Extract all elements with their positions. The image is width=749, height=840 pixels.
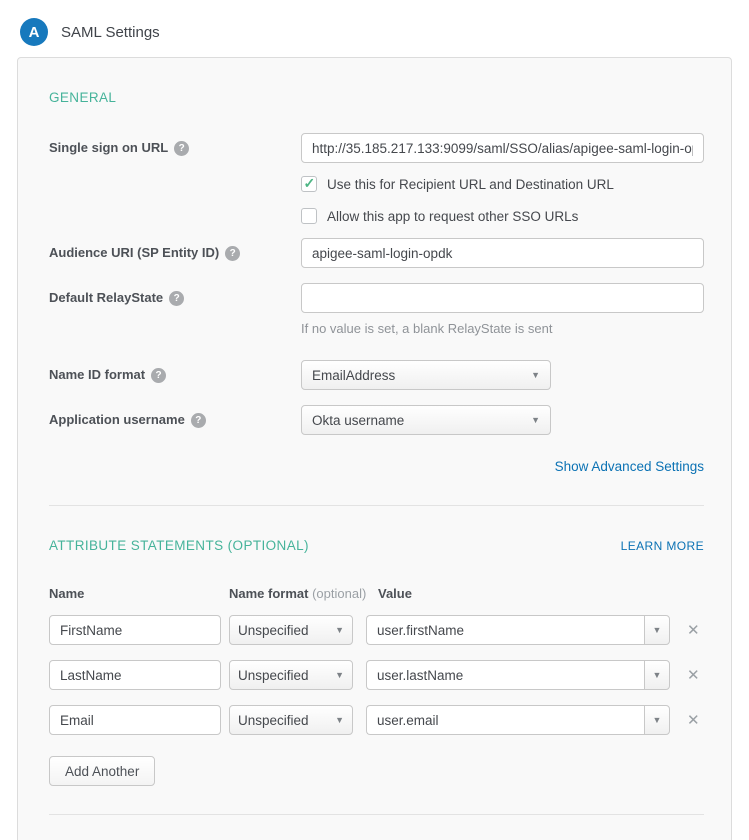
column-header-name-format: Name format (optional) bbox=[229, 586, 378, 601]
other-sso-checkbox[interactable] bbox=[301, 208, 317, 224]
remove-attribute-button[interactable]: ✕ bbox=[687, 668, 700, 683]
section-divider bbox=[49, 505, 704, 506]
attribute-row-email: Unspecified ▼ ▼ ✕ bbox=[49, 705, 704, 735]
name-id-format-selected-value: EmailAddress bbox=[312, 368, 395, 383]
sso-url-input[interactable] bbox=[301, 133, 704, 163]
attribute-row-lastname: Unspecified ▼ ▼ ✕ bbox=[49, 660, 704, 690]
column-header-name: Name bbox=[49, 586, 229, 601]
attr-value-input[interactable] bbox=[366, 705, 644, 735]
attr-name-input[interactable] bbox=[49, 660, 221, 690]
relay-state-input[interactable] bbox=[301, 283, 704, 313]
attr-value-dropdown-button[interactable]: ▼ bbox=[644, 705, 670, 735]
relay-state-help-icon[interactable]: ? bbox=[169, 291, 184, 306]
saml-settings-header: A SAML Settings bbox=[0, 0, 749, 46]
relay-state-label: Default RelayState? bbox=[49, 283, 301, 306]
bottom-divider bbox=[49, 814, 704, 815]
sso-url-row: Single sign on URL? bbox=[49, 133, 704, 163]
relay-state-row: Default RelayState? If no value is set, … bbox=[49, 283, 704, 336]
remove-attribute-button[interactable]: ✕ bbox=[687, 623, 700, 638]
attr-name-input[interactable] bbox=[49, 615, 221, 645]
page-title: SAML Settings bbox=[61, 24, 160, 41]
relay-state-helper-text: If no value is set, a blank RelayState i… bbox=[301, 321, 704, 336]
chevron-down-icon: ▼ bbox=[653, 670, 662, 680]
name-id-format-row: Name ID format? EmailAddress ▼ bbox=[49, 360, 704, 390]
attr-format-select[interactable]: Unspecified ▼ bbox=[229, 660, 353, 690]
attr-format-select[interactable]: Unspecified ▼ bbox=[229, 615, 353, 645]
chevron-down-icon: ▼ bbox=[335, 715, 344, 725]
show-advanced-settings-link[interactable]: Show Advanced Settings bbox=[555, 459, 704, 474]
other-sso-checkbox-row: Allow this app to request other SSO URLs bbox=[49, 208, 704, 224]
attribute-statements-section-title: ATTRIBUTE STATEMENTS (OPTIONAL) bbox=[49, 538, 309, 553]
app-username-label: Application username? bbox=[49, 405, 301, 428]
app-username-select[interactable]: Okta username ▼ bbox=[301, 405, 551, 435]
audience-uri-help-icon[interactable]: ? bbox=[225, 246, 240, 261]
remove-attribute-button[interactable]: ✕ bbox=[687, 713, 700, 728]
other-sso-checkbox-label: Allow this app to request other SSO URLs bbox=[327, 209, 578, 224]
saml-settings-panel: GENERAL Single sign on URL? Use this for… bbox=[17, 57, 732, 840]
app-username-selected-value: Okta username bbox=[312, 413, 404, 428]
sso-url-label: Single sign on URL? bbox=[49, 133, 301, 156]
audience-uri-label: Audience URI (SP Entity ID)? bbox=[49, 238, 301, 261]
recipient-url-checkbox-label: Use this for Recipient URL and Destinati… bbox=[327, 177, 614, 192]
learn-more-link[interactable]: LEARN MORE bbox=[621, 539, 704, 553]
chevron-down-icon: ▼ bbox=[531, 415, 540, 425]
recipient-checkbox-row: Use this for Recipient URL and Destinati… bbox=[49, 176, 704, 192]
recipient-url-checkbox[interactable] bbox=[301, 176, 317, 192]
name-id-format-label: Name ID format? bbox=[49, 360, 301, 383]
attr-value-input[interactable] bbox=[366, 660, 644, 690]
app-username-row: Application username? Okta username ▼ bbox=[49, 405, 704, 435]
attr-value-input[interactable] bbox=[366, 615, 644, 645]
attribute-column-headers: Name Name format (optional) Value bbox=[49, 586, 704, 601]
audience-uri-input[interactable] bbox=[301, 238, 704, 268]
chevron-down-icon: ▼ bbox=[335, 625, 344, 635]
attr-format-select[interactable]: Unspecified ▼ bbox=[229, 705, 353, 735]
sso-url-help-icon[interactable]: ? bbox=[174, 141, 189, 156]
attr-value-dropdown-button[interactable]: ▼ bbox=[644, 660, 670, 690]
audience-uri-row: Audience URI (SP Entity ID)? bbox=[49, 238, 704, 268]
chevron-down-icon: ▼ bbox=[653, 625, 662, 635]
attr-name-input[interactable] bbox=[49, 705, 221, 735]
name-id-format-select[interactable]: EmailAddress ▼ bbox=[301, 360, 551, 390]
general-section-title: GENERAL bbox=[49, 90, 704, 105]
attr-value-dropdown-button[interactable]: ▼ bbox=[644, 615, 670, 645]
add-another-button[interactable]: Add Another bbox=[49, 756, 155, 786]
chevron-down-icon: ▼ bbox=[531, 370, 540, 380]
app-username-help-icon[interactable]: ? bbox=[191, 413, 206, 428]
column-header-value: Value bbox=[378, 586, 412, 601]
chevron-down-icon: ▼ bbox=[653, 715, 662, 725]
attribute-row-firstname: Unspecified ▼ ▼ ✕ bbox=[49, 615, 704, 645]
step-a-badge: A bbox=[20, 18, 48, 46]
name-id-format-help-icon[interactable]: ? bbox=[151, 368, 166, 383]
chevron-down-icon: ▼ bbox=[335, 670, 344, 680]
